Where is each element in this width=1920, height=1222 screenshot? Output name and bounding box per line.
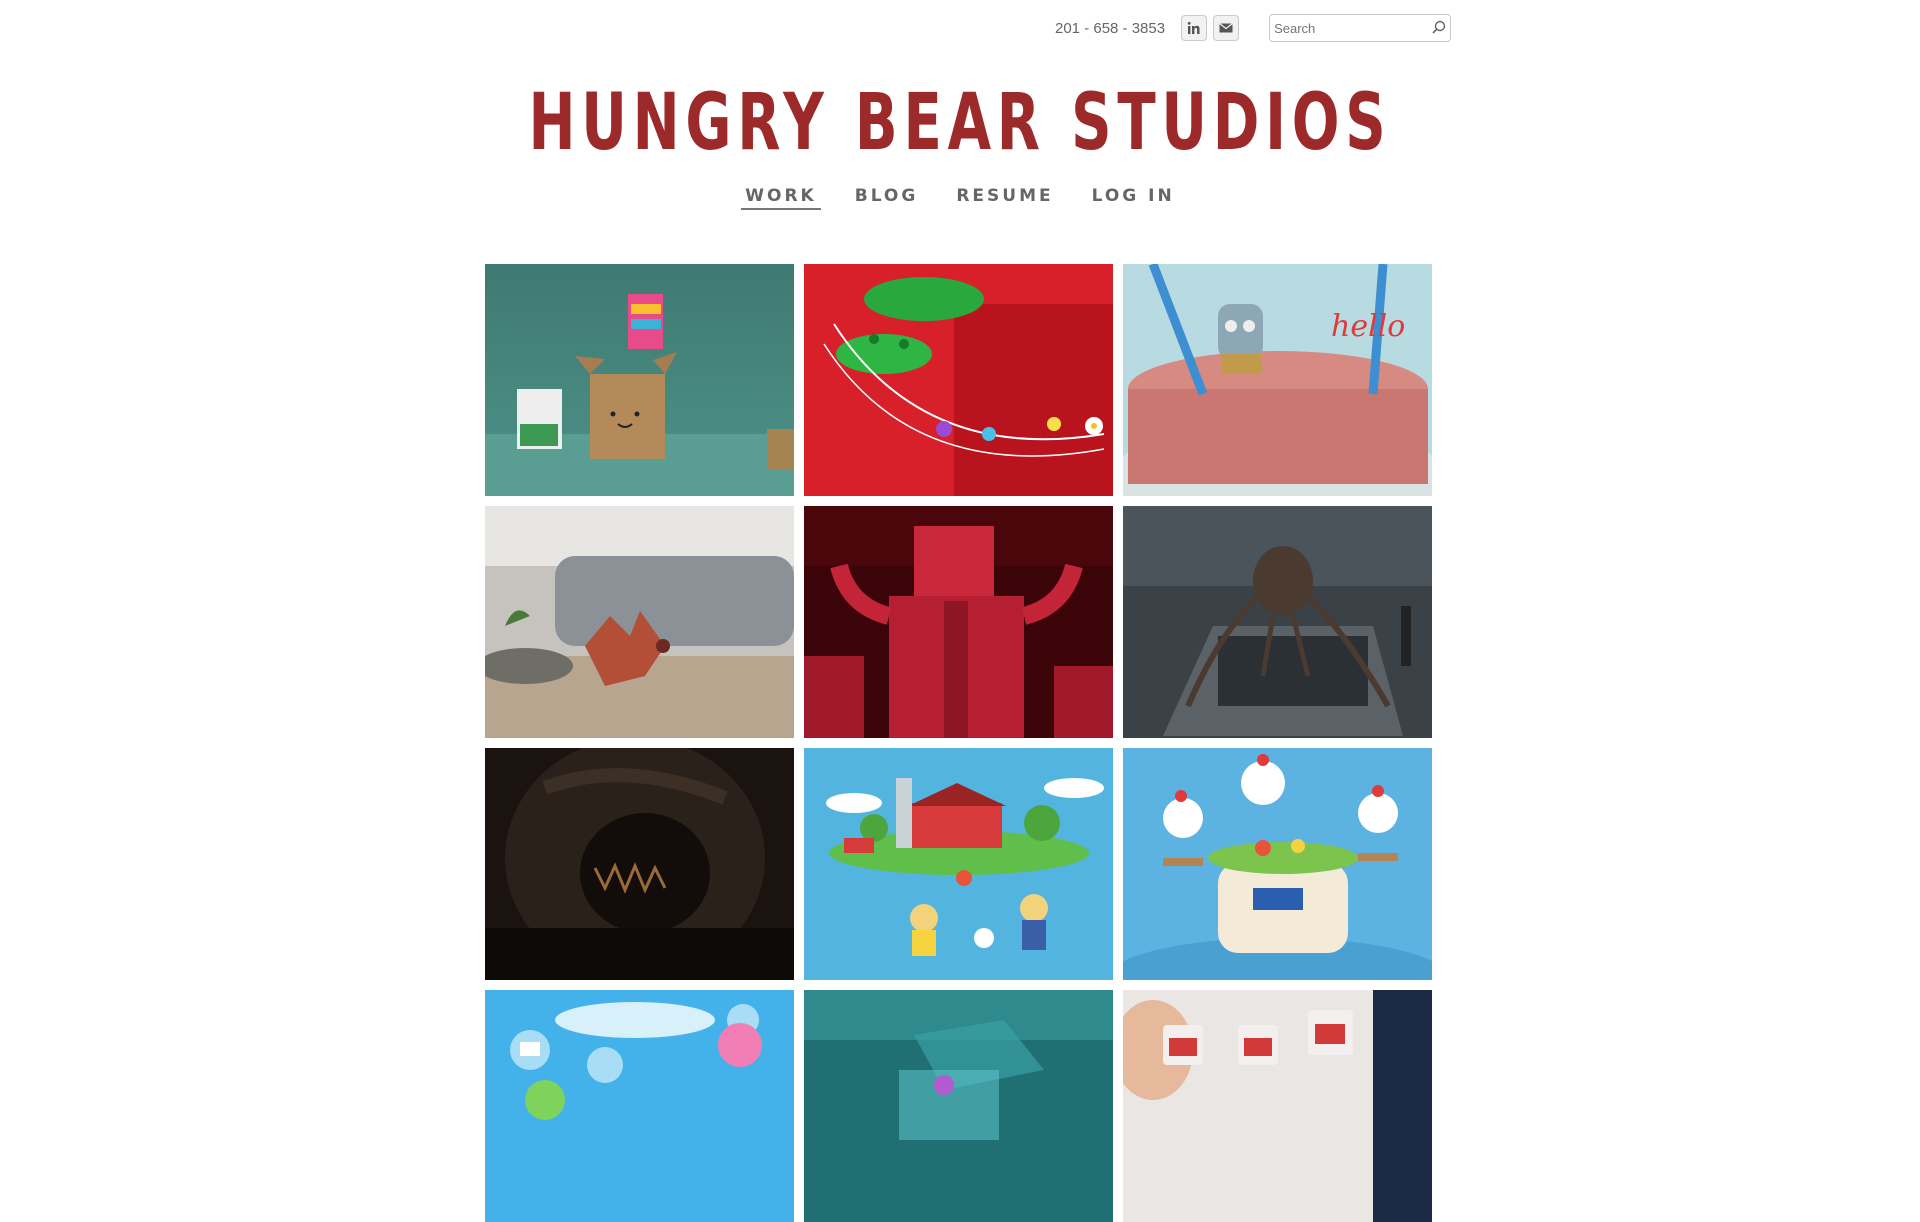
search-icon[interactable] xyxy=(1430,19,1448,37)
portfolio-tile[interactable] xyxy=(804,990,1113,1222)
portfolio-tile[interactable] xyxy=(804,748,1113,980)
thumbnail-teal-cube xyxy=(804,990,1113,1222)
thumbnail-origami-rooster xyxy=(485,506,794,738)
thumbnail-red-shoes xyxy=(804,264,1113,496)
portfolio-tile[interactable] xyxy=(485,264,794,496)
nav-item-login[interactable]: LOG IN xyxy=(1088,186,1179,210)
thumbnail-milkshake-robot: hello xyxy=(1123,264,1432,496)
portfolio-tile[interactable] xyxy=(485,506,794,738)
portfolio-tile[interactable] xyxy=(1123,990,1432,1222)
nav-item-work[interactable]: WORK xyxy=(741,186,821,210)
phone-number: 201 - 658 - 3853 xyxy=(1055,19,1166,37)
email-icon xyxy=(1219,23,1233,33)
email-button[interactable] xyxy=(1213,15,1240,41)
portfolio-tile[interactable] xyxy=(1123,748,1432,980)
thumbnail-dark-creature xyxy=(485,748,794,980)
top-bar: 201 - 658 - 3853 xyxy=(1055,12,1452,44)
portfolio-tile[interactable] xyxy=(804,264,1113,496)
portfolio-grid: hello xyxy=(485,264,1433,1222)
search-input[interactable] xyxy=(1270,19,1427,37)
thumbnail-creature-tray xyxy=(1123,506,1432,738)
svg-text:hello: hello xyxy=(1331,309,1405,344)
main-nav: WORK BLOG RESUME LOG IN xyxy=(0,186,1920,210)
linkedin-icon xyxy=(1187,21,1200,34)
thumbnail-chickens-table xyxy=(1123,748,1432,980)
portfolio-tile[interactable]: hello xyxy=(1123,264,1432,496)
nav-item-resume[interactable]: RESUME xyxy=(952,186,1057,210)
search-box[interactable] xyxy=(1269,14,1452,42)
thumbnail-pinata-box xyxy=(485,264,794,496)
portfolio-tile[interactable] xyxy=(1123,506,1432,738)
portfolio-tile[interactable] xyxy=(804,506,1113,738)
thumbnail-sky-bubbles xyxy=(485,990,794,1222)
portfolio-tile[interactable] xyxy=(485,748,794,980)
nav-item-blog[interactable]: BLOG xyxy=(851,186,923,210)
site-title[interactable]: HUNGRY BEAR STUDIOS xyxy=(269,84,1651,162)
thumbnail-red-monster xyxy=(804,506,1113,738)
thumbnail-farm-illustration xyxy=(804,748,1113,980)
portfolio-tile[interactable] xyxy=(485,990,794,1222)
linkedin-button[interactable] xyxy=(1181,15,1208,41)
thumbnail-hand-dice xyxy=(1123,990,1432,1222)
